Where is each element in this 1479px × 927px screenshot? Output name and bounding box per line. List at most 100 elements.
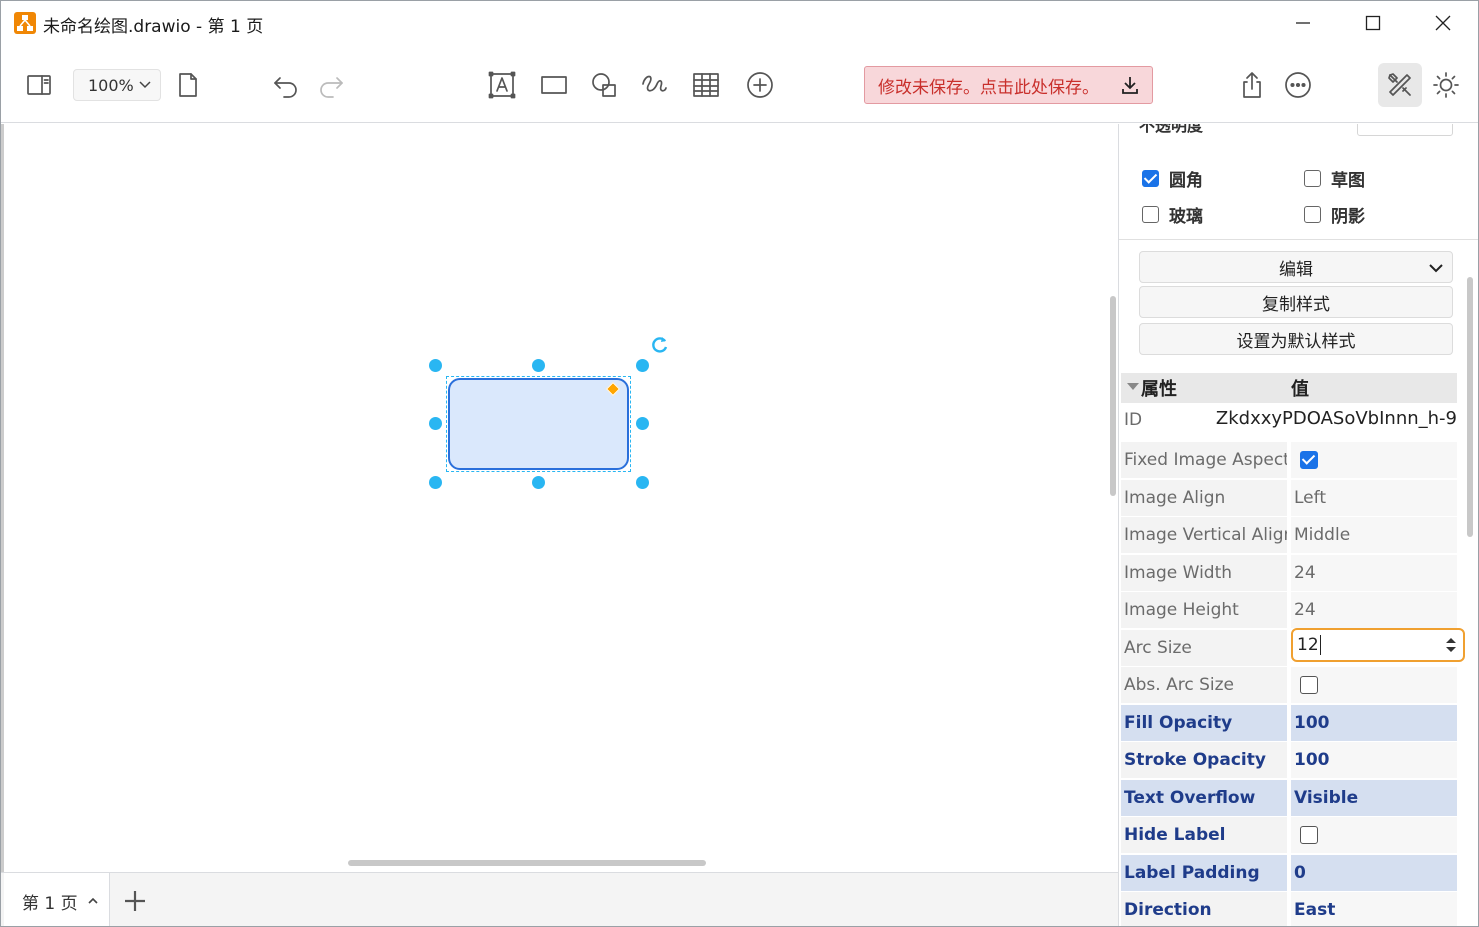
page-tab-bar: 第 1 页 [1, 872, 1118, 926]
unsaved-changes-button[interactable]: 修改未保存。点击此处保存。 [864, 66, 1153, 104]
prop-row-stroke-opacity: Stroke Opacity 100 [1121, 742, 1457, 778]
undo-icon[interactable] [268, 67, 304, 103]
prop-value[interactable]: 24 [1291, 592, 1457, 628]
copy-style-button[interactable]: 复制样式 [1139, 286, 1453, 318]
resize-handle-nw[interactable] [429, 359, 442, 372]
prop-value[interactable]: 100 [1291, 742, 1457, 778]
resize-handle-se[interactable] [636, 476, 649, 489]
checkbox-label: 阴影 [1331, 207, 1365, 227]
horizontal-scrollbar[interactable] [348, 860, 706, 866]
close-button[interactable] [1408, 1, 1478, 45]
more-icon[interactable] [1280, 67, 1316, 103]
selection-frame [446, 376, 631, 472]
shapes-icon[interactable] [586, 67, 622, 103]
glass-checkbox[interactable]: 玻璃 [1142, 202, 1203, 227]
checkbox-label: 圆角 [1169, 171, 1203, 191]
download-icon [1122, 77, 1138, 94]
panel-divider [1119, 239, 1478, 240]
checkbox-label: 玻璃 [1169, 207, 1203, 227]
prop-key: Abs. Arc Size [1121, 667, 1287, 703]
prop-row-image-align: Image Align Left [1121, 480, 1457, 516]
checkbox-box[interactable] [1304, 206, 1321, 223]
rectangle-icon[interactable] [536, 67, 572, 103]
prop-row-arc-size: Arc Size 12 [1121, 628, 1465, 666]
table-icon[interactable] [688, 67, 724, 103]
share-icon[interactable] [1234, 67, 1270, 103]
edit-label: 编辑 [1279, 259, 1313, 280]
prop-checkbox[interactable] [1300, 826, 1318, 844]
prop-key: Arc Size [1121, 630, 1287, 666]
chevron-up-icon[interactable] [86, 894, 100, 908]
resize-handle-w[interactable] [429, 417, 442, 430]
panel-scrollbar[interactable] [1467, 277, 1473, 537]
minimize-button[interactable] [1268, 1, 1338, 45]
maximize-button[interactable] [1338, 1, 1408, 45]
prop-row-image-vertical-align: Image Vertical Align Middle [1121, 517, 1457, 553]
prop-row-image-height: Image Height 24 [1121, 592, 1457, 628]
text-icon[interactable] [484, 67, 520, 103]
resize-handle-ne[interactable] [636, 359, 649, 372]
prop-key: Image Align [1121, 480, 1287, 516]
vertical-scrollbar[interactable] [1110, 296, 1116, 496]
prop-key: Hide Label [1121, 817, 1287, 853]
app-window: 未命名绘图.drawio - 第 1 页 100% 修改未保存。点击此处保存。 … [0, 0, 1479, 927]
prop-value[interactable]: Middle [1291, 517, 1457, 553]
checkbox-box[interactable] [1304, 170, 1321, 187]
prop-value[interactable]: East [1291, 892, 1457, 926]
prop-checkbox[interactable] [1300, 676, 1318, 694]
rounded-checkbox[interactable]: 圆角 [1142, 166, 1203, 191]
prop-value[interactable]: Left [1291, 480, 1457, 516]
prop-checkbox[interactable] [1300, 451, 1318, 469]
set-default-label: 设置为默认样式 [1236, 331, 1356, 352]
shadow-checkbox[interactable]: 阴影 [1304, 202, 1365, 227]
opacity-label: 不透明度 [1139, 124, 1204, 135]
collapse-triangle-icon[interactable] [1127, 383, 1139, 390]
spinner-arrows-icon[interactable] [1445, 636, 1457, 654]
prop-row-label-padding: Label Padding 0 [1121, 855, 1457, 891]
id-row: ID ZkdxxyPDOASoVbInnn_h-9 [1121, 405, 1457, 437]
opacity-spinner[interactable] [1357, 124, 1453, 136]
prop-key: Image Width [1121, 555, 1287, 591]
resize-handle-s[interactable] [532, 476, 545, 489]
id-label: ID [1124, 410, 1143, 430]
diagram-canvas[interactable] [1, 124, 1118, 872]
properties-header[interactable]: 属性 值 [1121, 373, 1457, 403]
prop-row-fixed-image-aspect: Fixed Image Aspect [1121, 442, 1457, 478]
arc-size-input[interactable]: 12 [1291, 628, 1465, 662]
checkbox-box[interactable] [1142, 206, 1159, 223]
prop-value[interactable]: 100 [1291, 705, 1457, 741]
checkbox-box[interactable] [1142, 170, 1159, 187]
redo-icon[interactable] [313, 67, 349, 103]
add-page-icon[interactable] [121, 887, 149, 915]
page-icon[interactable] [170, 67, 206, 103]
window-title: 未命名绘图.drawio - 第 1 页 [43, 17, 264, 37]
tab-page-1[interactable]: 第 1 页 [4, 873, 110, 926]
resize-handle-n[interactable] [532, 359, 545, 372]
edit-style-select[interactable]: 编辑 [1139, 251, 1453, 283]
chevron-down-icon [1429, 264, 1443, 273]
copy-style-label: 复制样式 [1262, 294, 1330, 315]
resize-handle-e[interactable] [636, 417, 649, 430]
resize-handle-sw[interactable] [429, 476, 442, 489]
prop-key: Stroke Opacity [1121, 742, 1287, 778]
chevron-down-icon [139, 81, 151, 89]
prop-value[interactable]: 24 [1291, 555, 1457, 591]
theme-icon[interactable] [1428, 67, 1464, 103]
rotate-icon[interactable] [650, 335, 670, 355]
prop-value[interactable]: 0 [1291, 855, 1457, 891]
zoom-select[interactable]: 100% [73, 69, 161, 101]
sketch-checkbox[interactable]: 草图 [1304, 166, 1365, 191]
prop-key: Fill Opacity [1121, 705, 1287, 741]
prop-key: Image Vertical Align [1121, 517, 1287, 553]
page-tab-label: 第 1 页 [22, 893, 78, 914]
set-default-style-button[interactable]: 设置为默认样式 [1139, 323, 1453, 355]
prop-value[interactable]: Visible [1291, 780, 1457, 816]
save-warning-text: 修改未保存。点击此处保存。 [878, 77, 1099, 98]
format-panel-icon[interactable] [21, 67, 57, 103]
prop-value [1291, 817, 1457, 853]
insert-icon[interactable] [742, 67, 778, 103]
toolbar: 100% 修改未保存。点击此处保存。 [1, 45, 1478, 123]
prop-value [1291, 667, 1457, 703]
freehand-icon[interactable] [636, 67, 672, 103]
format-icon[interactable] [1382, 67, 1418, 103]
